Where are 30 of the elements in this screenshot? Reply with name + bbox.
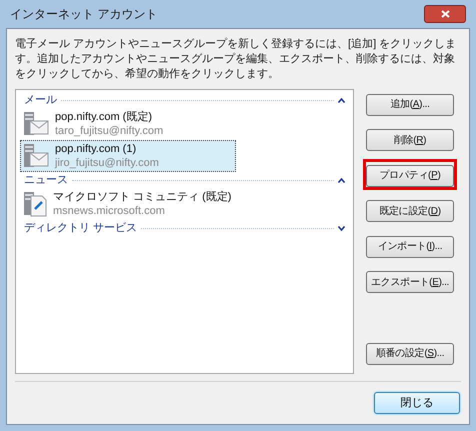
- news-server-icon: [23, 191, 47, 217]
- account-item[interactable]: pop.nifty.com (1) jiro_fujitsu@nifty.com: [20, 140, 236, 172]
- action-button[interactable]: プロパティ(P): [366, 164, 454, 186]
- account-name: マイクロソフト コミュニティ (既定): [53, 190, 232, 204]
- account-address: jiro_fujitsu@nifty.com: [55, 156, 159, 170]
- close-button[interactable]: [424, 5, 466, 23]
- action-button[interactable]: 追加(A)...: [366, 94, 454, 116]
- account-item[interactable]: pop.nifty.com (既定) taro_fujitsu@nifty.com: [20, 108, 236, 140]
- close-icon: [440, 10, 450, 18]
- action-button[interactable]: 順番の設定(S)...: [366, 342, 454, 364]
- mail-server-icon: [23, 143, 49, 169]
- group-header[interactable]: ニュース: [24, 172, 68, 188]
- account-name: pop.nifty.com (1): [55, 142, 138, 156]
- close-dialog-button[interactable]: 閉じる: [374, 392, 460, 414]
- action-button[interactable]: 既定に設定(D): [366, 200, 454, 222]
- window-title: インターネット アカウント: [10, 6, 158, 23]
- account-item[interactable]: マイクロソフト コミュニティ (既定) msnews.microsoft.com: [20, 188, 236, 220]
- account-name: pop.nifty.com (既定): [55, 110, 153, 124]
- action-button[interactable]: 削除(R): [366, 129, 454, 151]
- account-address: taro_fujitsu@nifty.com: [55, 124, 164, 138]
- description-text: 電子メール アカウントやニュースグループを新しく登録するには、[追加] をクリックします。追加したアカウントやニュースグループを編集、エクスポート、削除するには、対象をクリックしてから、希望の動作をクリックします。: [15, 37, 458, 82]
- chevron-up-icon[interactable]: [338, 98, 345, 102]
- account-address: msnews.microsoft.com: [53, 204, 166, 218]
- action-button[interactable]: エクスポート(E)...: [366, 271, 454, 293]
- action-button[interactable]: インポート(I)...: [366, 236, 454, 258]
- mail-server-icon: [23, 111, 49, 137]
- chevron-up-icon[interactable]: [338, 178, 345, 182]
- group-header[interactable]: ディレクトリ サービス: [24, 220, 138, 236]
- group-header[interactable]: メール: [24, 92, 57, 108]
- chevron-down-icon[interactable]: [338, 226, 345, 230]
